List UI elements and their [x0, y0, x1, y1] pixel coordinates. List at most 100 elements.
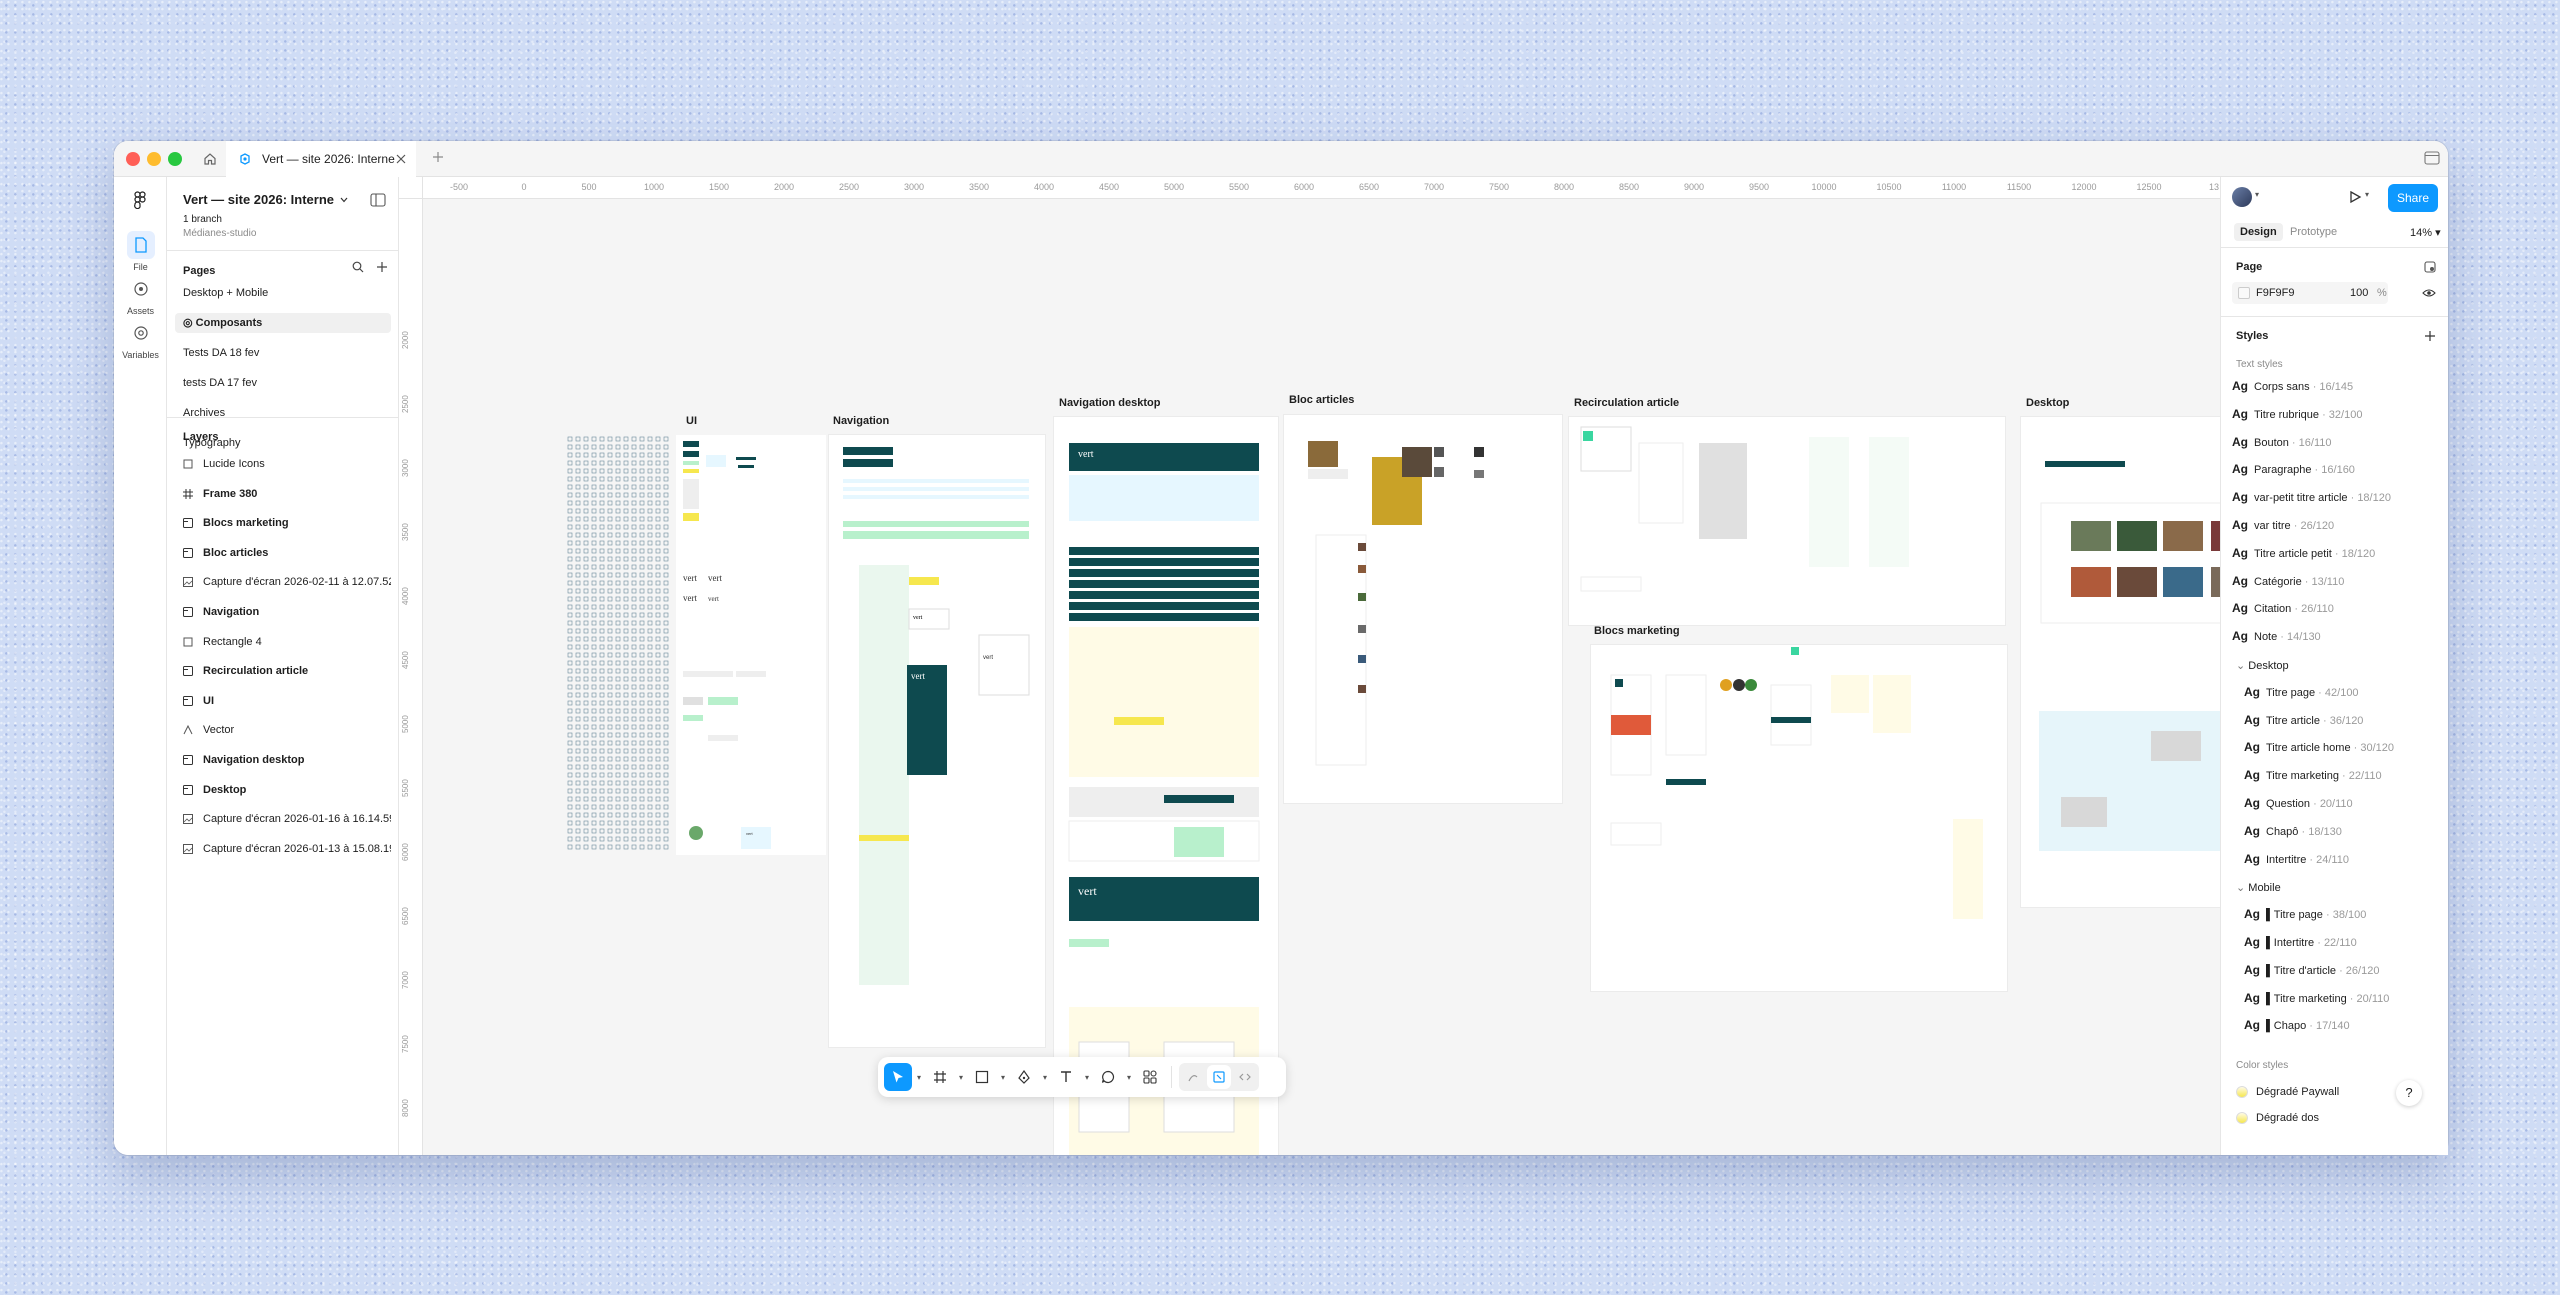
text-style-item[interactable]: Ag Intertitre · 24/110 [2244, 852, 2349, 872]
layer-item[interactable]: Recirculation article [175, 660, 391, 682]
text-style-item[interactable]: Ag Note · 14/130 [2232, 629, 2321, 649]
text-style-item[interactable]: Ag ▌Titre page · 38/100 [2244, 907, 2366, 927]
canvas[interactable]: -500 0 500 1000 1500 2000 2500 3000 3500 4000 4500… [399, 177, 2331, 1155]
layer-item[interactable]: Bloc articles [175, 542, 391, 564]
frame-navigation-desktop[interactable]: vert vert [1054, 417, 1278, 1155]
home-button[interactable] [198, 148, 222, 170]
draw-mode[interactable] [1181, 1065, 1205, 1089]
layer-item[interactable]: Frame 380 [175, 483, 391, 505]
page-item[interactable]: ◎ Composants [175, 313, 391, 333]
help-button[interactable]: ? [2396, 1080, 2422, 1107]
add-page-icon[interactable] [376, 261, 388, 273]
rail-assets[interactable]: Assets [114, 275, 167, 316]
style-group-header[interactable]: ⌄ Desktop [2236, 659, 2289, 672]
rectangle-tool[interactable] [968, 1063, 996, 1091]
frame-label-desktop[interactable]: Desktop [2026, 397, 2069, 409]
chevron-down-icon[interactable]: ▾ [2255, 190, 2259, 199]
text-style-item[interactable]: Ag Question · 20/110 [2244, 796, 2353, 816]
color-style-item[interactable]: Dégradé Paywall [2236, 1086, 2339, 1099]
layer-item[interactable]: Lucide Icons [175, 453, 391, 475]
frame-label-navigation-desktop[interactable]: Navigation desktop [1059, 397, 1160, 409]
file-title-menu[interactable]: Vert — site 2026: Interne [183, 192, 348, 207]
dev-mode[interactable] [1233, 1065, 1257, 1089]
layer-item[interactable]: Navigation desktop [175, 749, 391, 771]
actions-tool[interactable] [1136, 1063, 1164, 1091]
layer-item[interactable]: Capture d'écran 2026-01-13 à 15.08.19 1 [175, 838, 391, 860]
layer-item[interactable]: UI [175, 690, 391, 712]
frame-tool[interactable] [926, 1063, 954, 1091]
add-style-icon[interactable] [2424, 330, 2436, 342]
text-style-item[interactable]: Ag var-petit titre article · 18/120 [2232, 490, 2391, 510]
comment-tool[interactable] [1094, 1063, 1122, 1091]
comment-tool-menu[interactable]: ▾ [1125, 1063, 1133, 1091]
layer-item[interactable]: Navigation [175, 601, 391, 623]
text-style-item[interactable]: Ag Corps sans · 16/145 [2232, 379, 2353, 399]
play-icon[interactable] [2348, 190, 2362, 204]
frame-label-navigation[interactable]: Navigation [833, 415, 889, 427]
minimize-window-button[interactable] [147, 152, 161, 166]
style-group-header[interactable]: ⌄ Mobile [2236, 881, 2281, 894]
file-tab[interactable]: Vert — site 2026: Interne [226, 141, 416, 177]
frame-bloc-articles[interactable] [1284, 415, 1562, 803]
text-style-item[interactable]: Ag Titre rubrique · 32/100 [2232, 407, 2362, 427]
text-style-item[interactable]: Ag Titre article home · 30/120 [2244, 740, 2394, 760]
color-style-item[interactable]: Dégradé dos [2236, 1112, 2319, 1125]
page-item[interactable]: tests DA 17 fev [175, 373, 391, 393]
branch-count[interactable]: 1 branch [183, 214, 222, 225]
layer-item[interactable]: Blocs marketing [175, 512, 391, 534]
eye-icon[interactable] [2422, 288, 2436, 298]
text-style-item[interactable]: Ag Chapô · 18/130 [2244, 824, 2342, 844]
figma-logo-icon[interactable] [132, 191, 148, 209]
search-icon[interactable] [352, 261, 364, 273]
window-panel-icon[interactable] [2424, 151, 2440, 165]
design-mode[interactable] [1207, 1065, 1231, 1089]
rail-file[interactable]: File [114, 231, 167, 272]
text-tool-menu[interactable]: ▾ [1083, 1063, 1091, 1091]
layer-item[interactable]: Capture d'écran 2026-02-11 à 12.07.52 1 [175, 571, 391, 593]
text-style-item[interactable]: Ag Bouton · 16/110 [2232, 435, 2331, 455]
text-style-item[interactable]: Ag Paragraphe · 16/160 [2232, 462, 2355, 482]
text-style-item[interactable]: Ag ▌Titre marketing · 20/110 [2244, 991, 2389, 1011]
page-item[interactable]: Tests DA 18 fev [175, 343, 391, 363]
frame-recirculation-article[interactable] [1569, 417, 2005, 625]
text-style-item[interactable]: Ag Titre page · 42/100 [2244, 685, 2359, 705]
frame-label-bloc-articles[interactable]: Bloc articles [1289, 394, 1354, 406]
sidebar-toggle-icon[interactable] [370, 193, 386, 207]
layer-item[interactable]: Desktop [175, 779, 391, 801]
layer-item[interactable]: Rectangle 4 [175, 631, 391, 653]
text-style-item[interactable]: Ag ▌Titre d'article · 26/120 [2244, 963, 2379, 983]
frame-label-blocs-marketing[interactable]: Blocs marketing [1594, 625, 1680, 637]
text-style-item[interactable]: Ag Titre article petit · 18/120 [2232, 546, 2375, 566]
pen-tool-menu[interactable]: ▾ [1041, 1063, 1049, 1091]
close-tab-button[interactable] [394, 152, 408, 166]
page-item[interactable]: Desktop + Mobile [175, 283, 391, 303]
share-button[interactable]: Share [2388, 184, 2438, 212]
tab-prototype[interactable]: Prototype [2290, 226, 2337, 238]
frame-ui[interactable]: vert vert vert vert vert [566, 435, 826, 857]
layer-item[interactable]: Capture d'écran 2026-01-16 à 16.14.59 1 [175, 808, 391, 830]
frame-label-ui[interactable]: UI [686, 415, 697, 427]
new-tab-button[interactable] [428, 149, 448, 169]
frame-label-recirculation-article[interactable]: Recirculation article [1574, 397, 1679, 409]
zoom-level[interactable]: 14% ▾ [2410, 226, 2441, 239]
move-tool-menu[interactable]: ▾ [915, 1063, 923, 1091]
frame-tool-menu[interactable]: ▾ [957, 1063, 965, 1091]
text-style-item[interactable]: Ag Catégorie · 13/110 [2232, 574, 2344, 594]
close-window-button[interactable] [126, 152, 140, 166]
page-color-field[interactable]: F9F9F9 100 % [2232, 282, 2388, 304]
text-style-item[interactable]: Ag var titre · 26/120 [2232, 518, 2334, 538]
text-style-item[interactable]: Ag ▌Intertitre · 22/110 [2244, 935, 2357, 955]
text-style-item[interactable]: Ag Titre marketing · 22/110 [2244, 768, 2382, 788]
text-tool[interactable] [1052, 1063, 1080, 1091]
frame-blocs-marketing[interactable] [1591, 645, 2007, 991]
page-item[interactable]: Archives [175, 403, 391, 423]
chevron-down-icon[interactable]: ▾ [2365, 190, 2369, 199]
text-style-item[interactable]: Ag Titre article · 36/120 [2244, 713, 2363, 733]
page-style-icon[interactable] [2424, 261, 2436, 273]
rail-variables[interactable]: Variables [114, 319, 167, 360]
move-tool[interactable] [884, 1063, 912, 1091]
frame-navigation[interactable]: vert vert vert [829, 435, 1045, 1047]
layer-item[interactable]: Vector [175, 719, 391, 741]
shape-tool-menu[interactable]: ▾ [999, 1063, 1007, 1091]
tab-design[interactable]: Design [2234, 223, 2283, 241]
